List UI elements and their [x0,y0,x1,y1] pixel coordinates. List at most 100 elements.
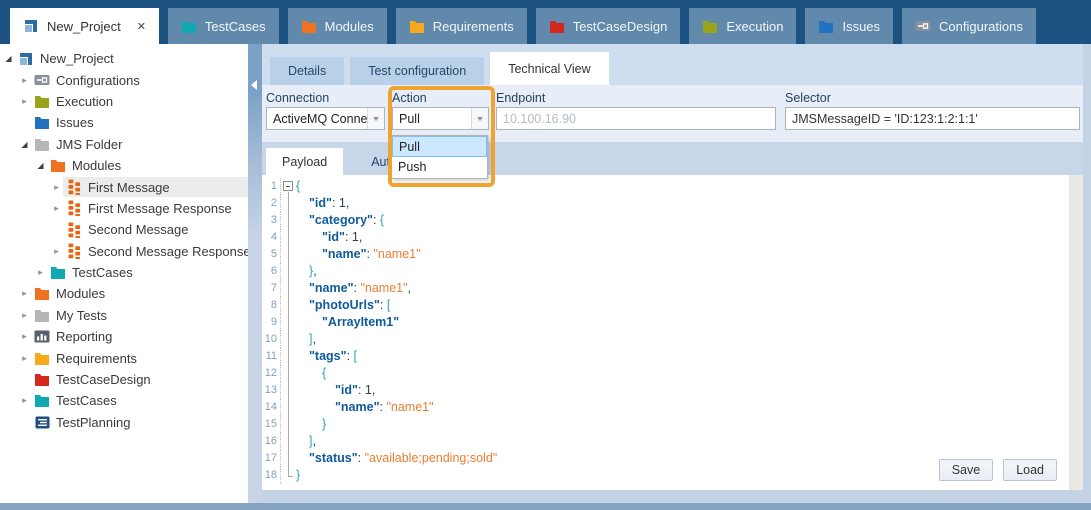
code-editor[interactable]: 1{2"id": 1,3"category": {4"id": 1,5"name… [262,175,1083,490]
tree-item-content[interactable]: First Message Response [63,198,248,218]
tree-expand-arrow[interactable]: ▸ [50,246,63,257]
line-number: 14 [262,399,281,416]
tree-expand-arrow[interactable]: ▸ [50,182,63,193]
tree-expand-arrow[interactable]: ◢ [2,54,15,63]
sidebar-splitter[interactable] [248,44,262,503]
tree-expand-arrow[interactable]: ▸ [18,75,31,86]
tree-item-label: TestPlanning [56,415,130,430]
tree-item-content[interactable]: Requirements [31,349,248,368]
line-number: 1 [262,178,281,195]
tree-item-issues[interactable]: Issues [0,112,248,133]
action-combobox[interactable]: Pull [392,107,489,130]
line-number: 18 [262,467,281,484]
folder-blue [34,116,50,129]
tree-item-content[interactable]: Reporting [31,327,248,346]
connection-label: Connection [266,85,385,107]
tree-item-content[interactable]: Issues [31,113,248,132]
tab-technical-view[interactable]: Technical View [490,52,608,85]
tree-item-jms-folder[interactable]: ◢JMS Folder [0,134,248,155]
tree-item-reporting[interactable]: ▸Reporting [0,326,248,347]
tree-item-modules[interactable]: ◢Modules [0,155,248,176]
tree-item-content[interactable]: Modules [47,156,248,175]
tree-item-content[interactable]: TestCaseDesign [31,370,248,389]
tree-item-content[interactable]: TestPlanning [31,413,248,432]
tree-item-first-message-response[interactable]: ▸First Message Response [0,198,248,219]
collapse-arrow-icon[interactable] [251,80,257,90]
tree-item-my-tests[interactable]: ▸My Tests [0,305,248,326]
folder-gray [34,309,50,322]
scrollbar-track[interactable] [1069,175,1083,490]
code-text: "id": 1, [296,195,349,212]
tree-expand-arrow[interactable]: ▸ [18,331,31,342]
chevron-down-icon[interactable] [367,108,384,129]
selector-input[interactable] [785,107,1080,130]
tree-item-testcases[interactable]: ▸TestCases [0,262,248,283]
tree-expand-arrow[interactable]: ▸ [18,96,31,107]
tab-test-configuration[interactable]: Test configuration [350,57,484,85]
code-line: 3"category": { [262,212,1083,229]
tree-expand-arrow[interactable]: ▸ [18,288,31,299]
module-icon [66,243,82,259]
tree-item-first-message[interactable]: ▸ First Message [0,176,248,197]
tree-expand-arrow[interactable]: ▸ [18,310,31,321]
tree-item-execution[interactable]: ▸Execution [0,91,248,112]
tree-item-content[interactable]: TestCases [31,391,248,410]
guide-column [281,178,296,195]
tree-item-content[interactable]: Second Message [63,220,248,240]
tree-item-testcases[interactable]: ▸TestCases [0,390,248,411]
tab-payload[interactable]: Payload [266,148,343,175]
tree-expand-arrow[interactable]: ▸ [18,395,31,406]
app-tab-label: TestCaseDesign [573,19,668,34]
load-button[interactable]: Load [1003,459,1057,481]
tree-item-testplanning[interactable]: TestPlanning [0,412,248,433]
tree-item-content[interactable]: My Tests [31,306,248,325]
tree-expand-arrow[interactable]: ▸ [50,203,63,214]
tab-details[interactable]: Details [270,57,344,85]
app-tab-execution[interactable]: Execution [689,8,796,44]
app-tab-testcases[interactable]: TestCases [168,8,279,44]
tree-item-content[interactable]: Execution [31,92,248,111]
app-tab-testcasedesign[interactable]: TestCaseDesign [536,8,681,44]
tree-item-content[interactable]: First Message [63,177,248,197]
tree-item-second-message[interactable]: Second Message [0,219,248,240]
tree-item-content[interactable]: Second Message Response [63,241,248,261]
tree-expand-arrow[interactable]: ◢ [34,161,47,170]
code-text: } [296,416,326,433]
selector-label: Selector [785,85,1080,107]
tree-item-label: First Message [88,180,170,195]
save-button[interactable]: Save [939,459,994,481]
folder-orange [301,20,317,33]
tree-expand-arrow[interactable]: ◢ [18,140,31,149]
close-icon[interactable]: ✕ [137,20,146,33]
dropdown-option-pull[interactable]: Pull [392,136,487,157]
endpoint-input[interactable] [496,107,776,130]
tree-item-content[interactable]: TestCases [47,263,248,282]
tree-item-second-message-response[interactable]: ▸ Second Message Response [0,241,248,262]
tree-expand-arrow[interactable]: ▸ [18,353,31,364]
tree-item-testcasedesign[interactable]: TestCaseDesign [0,369,248,390]
code-text: "id": 1, [296,229,362,246]
tree-item-modules[interactable]: ▸Modules [0,283,248,304]
app-tab-label: Configurations [939,19,1023,34]
connection-combobox[interactable]: ActiveMQ Conne [266,107,385,130]
dropdown-option-push[interactable]: Push [392,157,487,178]
tree-item-label: Second Message Response [88,244,248,259]
app-tab-new-project[interactable]: New_Project✕ [10,8,159,44]
chevron-down-icon[interactable] [471,108,488,129]
project-tree: ◢New_Project▸Configurations▸ExecutionIss… [0,44,248,503]
tree-item-configurations[interactable]: ▸Configurations [0,69,248,90]
app-tab-requirements[interactable]: Requirements [396,8,527,44]
app-tab-configurations[interactable]: Configurations [902,8,1036,44]
tree-item-content[interactable]: New_Project [15,49,248,69]
app-tab-modules[interactable]: Modules [288,8,387,44]
tree-item-content[interactable]: Configurations [31,71,248,90]
tree-item-new-project[interactable]: ◢New_Project [0,48,248,69]
app-tab-label: Requirements [433,19,514,34]
tree-expand-arrow[interactable]: ▸ [34,267,47,278]
line-number: 5 [262,246,281,263]
collapse-toggle-icon[interactable] [283,181,293,191]
tree-item-content[interactable]: JMS Folder [31,135,248,154]
app-tab-issues[interactable]: Issues [805,8,893,44]
tree-item-requirements[interactable]: ▸Requirements [0,347,248,368]
tree-item-content[interactable]: Modules [31,284,248,303]
